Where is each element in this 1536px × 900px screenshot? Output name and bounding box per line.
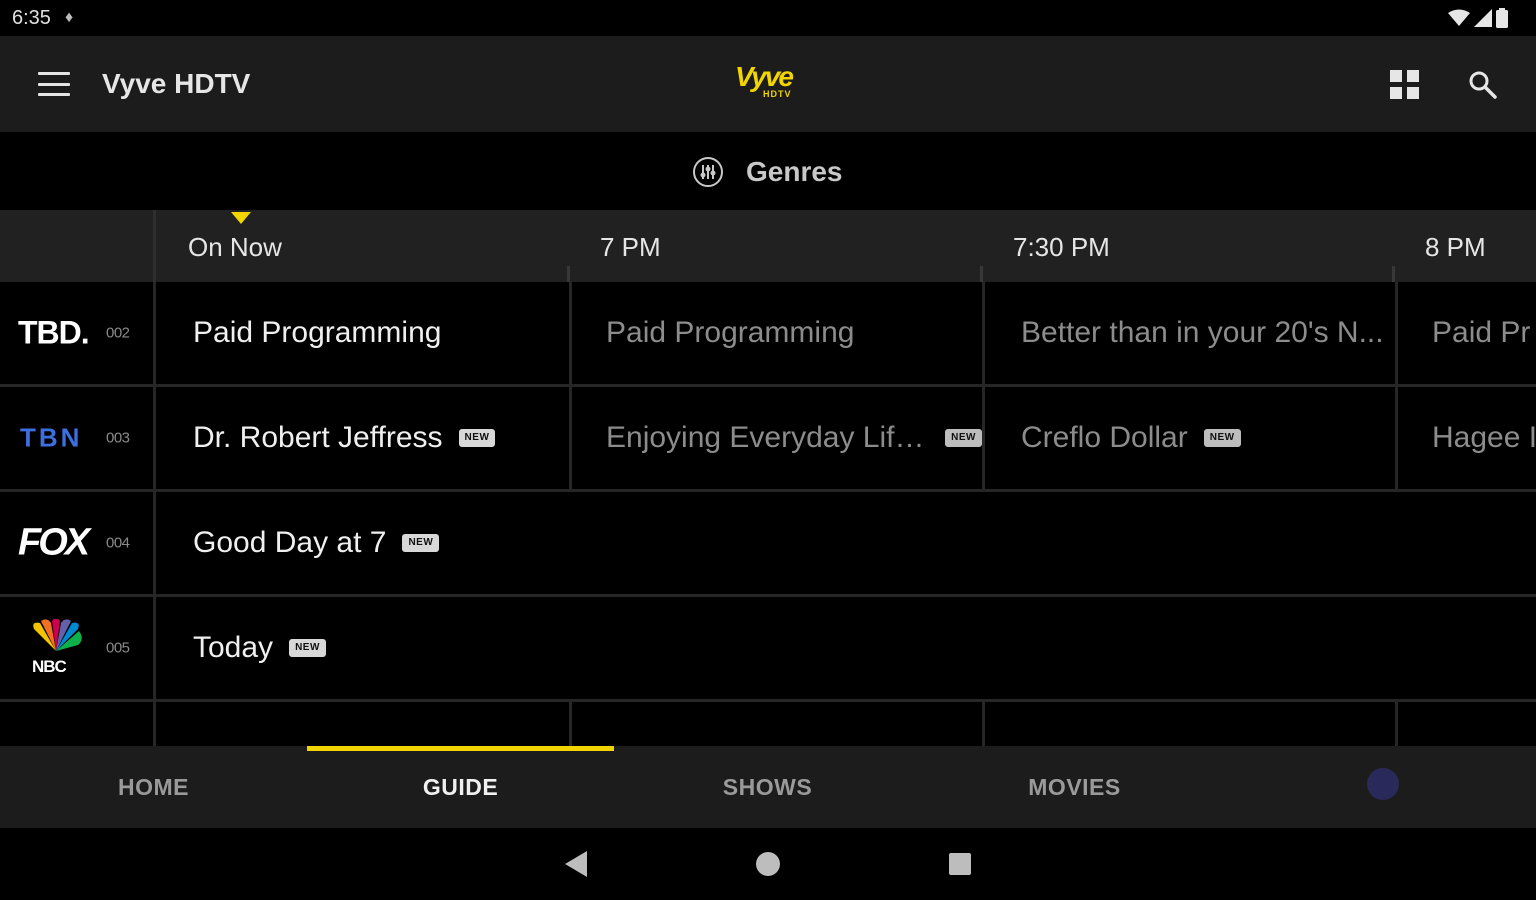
app-bar: Vyve HDTV Vyve HDTV xyxy=(0,36,1536,132)
vyve-logo: Vyve HDTV xyxy=(735,62,799,102)
program-title: Hagee I xyxy=(1432,421,1536,454)
genres-bar: Genres xyxy=(0,132,1536,210)
home-icon[interactable] xyxy=(756,852,780,876)
program-cell[interactable]: Creflo Dollar NEW xyxy=(982,387,1395,489)
time-tick xyxy=(980,266,983,282)
channel-cell-tbd[interactable]: TBD. 002 xyxy=(0,282,156,384)
channel-row: FOX 004 Good Day at 7 NEW xyxy=(0,492,1536,597)
grid-view-icon[interactable] xyxy=(1390,70,1420,100)
time-slot-8pm: 8 PM xyxy=(1425,232,1486,262)
channel-logo-tbn: TBN xyxy=(20,422,83,453)
channel-cell-fox[interactable]: FOX 004 xyxy=(0,492,156,594)
program-cell[interactable]: Paid Pr xyxy=(1395,282,1536,384)
program-cell[interactable] xyxy=(1395,702,1536,746)
program-cell[interactable] xyxy=(569,702,982,746)
channel-logo-tbd: TBD. xyxy=(18,314,90,351)
time-slot-7pm: 7 PM xyxy=(600,232,661,262)
genres-button[interactable]: Genres xyxy=(692,152,843,192)
battery-icon xyxy=(1496,8,1508,28)
notification-icon: ♦ xyxy=(64,9,74,26)
program-cell[interactable]: Good Day at 7 NEW xyxy=(159,492,1536,594)
program-title: Better than in your 20's N... xyxy=(1021,316,1384,349)
program-title: Paid Programming xyxy=(606,316,855,349)
program-cell[interactable] xyxy=(982,702,1395,746)
nav-home[interactable]: HOME xyxy=(0,746,307,828)
channel-number: 004 xyxy=(106,534,130,552)
channel-number: 005 xyxy=(106,639,130,657)
channel-logo-fox: FOX xyxy=(18,521,90,564)
program-title: Enjoying Everyday Life w... xyxy=(606,421,930,454)
bottom-nav: HOME GUIDE SHOWS MOVIES xyxy=(0,746,1536,828)
time-slot-730pm: 7:30 PM xyxy=(1013,232,1110,262)
program-cell[interactable]: Paid Programming xyxy=(569,282,982,384)
program-title: Paid Programming xyxy=(193,316,442,349)
channel-cell-nbc[interactable]: NBC 005 xyxy=(0,597,156,699)
system-nav-bar xyxy=(0,828,1536,900)
program-title: Dr. Robert Jeffress xyxy=(193,421,443,454)
menu-icon[interactable] xyxy=(38,72,70,96)
channel-row: TBN 003 Dr. Robert Jeffress NEW Enjoying… xyxy=(0,387,1536,492)
nav-movies[interactable]: MOVIES xyxy=(921,746,1228,828)
wifi-icon xyxy=(1448,9,1470,26)
channel-number: 002 xyxy=(106,324,130,342)
time-header: On Now 7 PM 7:30 PM 8 PM xyxy=(0,210,1536,282)
now-marker-icon xyxy=(231,212,251,224)
program-title: Creflo Dollar xyxy=(1021,421,1188,454)
search-icon[interactable] xyxy=(1467,69,1499,101)
profile-avatar[interactable] xyxy=(1367,768,1399,800)
recents-icon[interactable] xyxy=(949,853,971,875)
nbc-peacock-icon xyxy=(33,619,82,651)
program-cell[interactable]: Enjoying Everyday Life w... NEW xyxy=(569,387,982,489)
program-title: Today xyxy=(193,631,274,664)
status-icons xyxy=(1448,8,1524,28)
new-badge: NEW xyxy=(945,429,982,447)
status-bar: 6:35 ♦ xyxy=(0,0,1536,36)
channel-row: NBC 005 Today NEW xyxy=(0,597,1536,702)
channel-cell[interactable] xyxy=(0,702,156,746)
nav-shows[interactable]: SHOWS xyxy=(614,746,921,828)
genres-filter-icon xyxy=(693,157,723,187)
app-title: Vyve HDTV xyxy=(102,68,251,99)
status-time: 6:35 xyxy=(12,6,51,29)
program-cell[interactable]: Better than in your 20's N... xyxy=(982,282,1395,384)
program-title: Good Day at 7 xyxy=(193,526,387,559)
channel-cell-tbn[interactable]: TBN 003 xyxy=(0,387,156,489)
program-cell[interactable]: Paid Programming xyxy=(159,282,569,384)
program-cell[interactable] xyxy=(159,702,569,746)
time-header-corner xyxy=(0,210,156,282)
genres-label: Genres xyxy=(746,156,843,187)
time-tick xyxy=(1392,266,1395,282)
logo-subtext: HDTV xyxy=(763,89,792,99)
channel-row: TBD. 002 Paid Programming Paid Programmi… xyxy=(0,282,1536,387)
guide-grid: TBD. 002 Paid Programming Paid Programmi… xyxy=(0,282,1536,746)
new-badge: NEW xyxy=(1203,429,1241,447)
nav-guide[interactable]: GUIDE xyxy=(307,746,614,828)
channel-logo-nbc: NBC xyxy=(32,657,67,676)
back-icon[interactable] xyxy=(565,851,587,877)
program-cell[interactable]: Today NEW xyxy=(159,597,1536,699)
time-tick xyxy=(567,266,570,282)
program-title: Paid Pr xyxy=(1432,316,1531,349)
channel-number: 003 xyxy=(106,429,130,447)
time-slot-on-now: On Now xyxy=(188,232,282,262)
new-badge: NEW xyxy=(458,429,496,447)
program-cell[interactable]: Hagee I xyxy=(1395,387,1536,489)
new-badge: NEW xyxy=(289,639,326,657)
channel-row xyxy=(0,702,1536,746)
new-badge: NEW xyxy=(402,534,440,552)
program-cell[interactable]: Dr. Robert Jeffress NEW xyxy=(159,387,569,489)
logo-text: Vyve xyxy=(735,61,794,92)
cell-signal-icon xyxy=(1474,9,1492,27)
